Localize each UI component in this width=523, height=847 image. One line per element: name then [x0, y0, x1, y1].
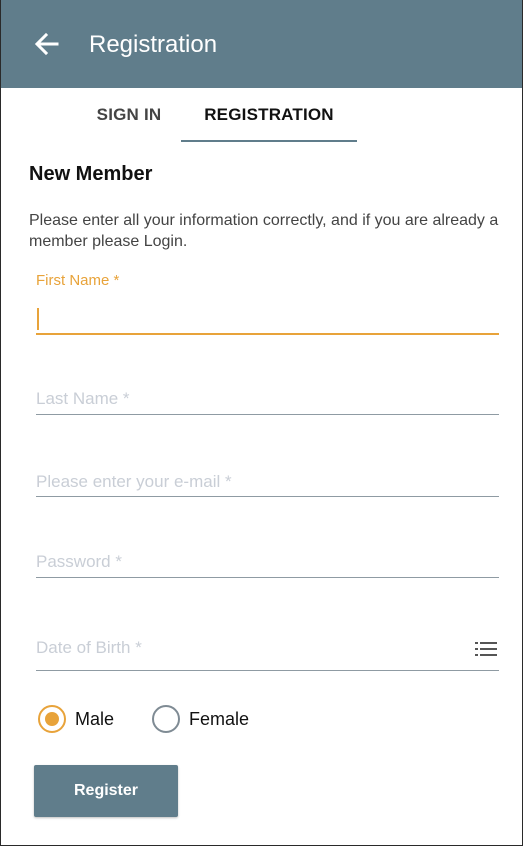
first-name-field: First Name *	[36, 272, 499, 338]
app-bar: Registration	[1, 0, 522, 88]
email-input[interactable]	[36, 469, 499, 495]
radio-male-circle[interactable]	[38, 705, 66, 733]
first-name-label: First Name *	[36, 272, 120, 289]
email-field	[36, 467, 499, 501]
register-button[interactable]: Register	[34, 765, 178, 817]
radio-male[interactable]: Male	[38, 704, 138, 738]
tab-sign-in[interactable]: SIGN IN	[81, 88, 177, 142]
first-name-underline	[36, 333, 499, 335]
arrow-left-icon	[34, 32, 59, 56]
tab-bar: SIGN IN REGISTRATION	[1, 88, 522, 144]
date-of-birth-field[interactable]	[36, 633, 499, 673]
app-title: Registration	[89, 31, 218, 58]
password-input[interactable]	[36, 549, 499, 575]
last-name-underline	[36, 414, 499, 415]
radio-male-label: Male	[75, 709, 115, 729]
radio-female-circle[interactable]	[152, 705, 180, 733]
active-tab-indicator	[181, 140, 357, 142]
last-name-input[interactable]	[36, 386, 499, 412]
list-icon[interactable]	[475, 641, 497, 657]
password-underline	[36, 577, 499, 578]
registration-screen: Registration SIGN IN REGISTRATION New Me…	[0, 0, 523, 846]
last-name-field	[36, 384, 499, 418]
radio-female-label: Female	[189, 709, 250, 729]
date-of-birth-underline	[36, 670, 499, 671]
form-intro-text: Please enter all your information correc…	[29, 212, 499, 250]
text-caret	[37, 308, 39, 330]
radio-male-dot	[45, 712, 59, 726]
password-field	[36, 547, 499, 581]
back-button[interactable]	[29, 26, 65, 62]
form-heading: New Member	[29, 163, 153, 185]
email-underline	[36, 496, 499, 497]
tab-registration[interactable]: REGISTRATION	[181, 88, 357, 142]
first-name-input[interactable]	[36, 304, 499, 332]
radio-female[interactable]: Female	[152, 704, 272, 738]
date-of-birth-input[interactable]	[36, 635, 456, 661]
